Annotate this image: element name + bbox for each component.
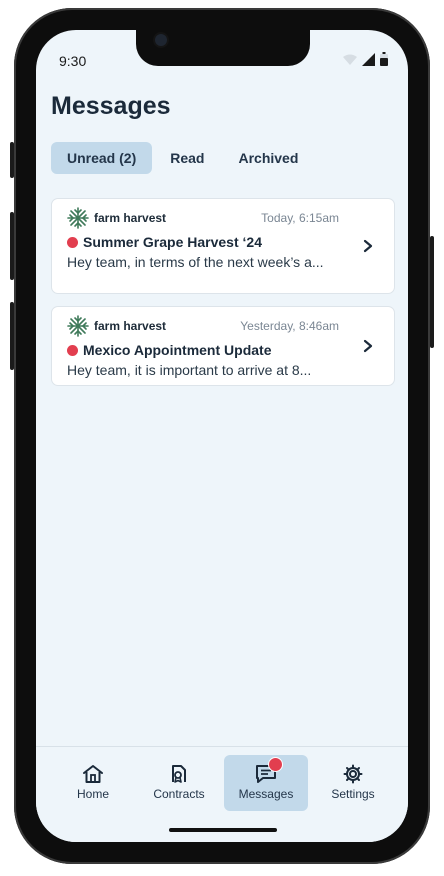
message-subject: Mexico Appointment Update xyxy=(67,342,272,358)
nav-messages[interactable]: Messages xyxy=(224,755,308,811)
tab-unread[interactable]: Unread (2) xyxy=(51,142,153,174)
side-button xyxy=(430,236,434,348)
home-icon xyxy=(83,765,103,783)
notification-badge-icon xyxy=(268,757,283,772)
farm-harvest-logo-icon xyxy=(67,315,89,337)
bottom-nav: Home Contracts Messages Settings xyxy=(36,746,408,842)
message-subject-text: Summer Grape Harvest ‘24 xyxy=(83,234,262,250)
message-time: Today, 6:15am xyxy=(261,211,339,225)
sender-name: farm harvest xyxy=(94,211,167,225)
nav-contracts[interactable]: Contracts xyxy=(144,755,214,811)
gear-icon xyxy=(343,764,363,784)
side-button xyxy=(10,302,14,370)
message-preview: Hey team, in terms of the next week’s a.… xyxy=(67,254,324,270)
farm-harvest-logo-icon xyxy=(67,207,89,229)
message-preview: Hey team, it is important to arrive at 8… xyxy=(67,362,312,378)
contract-icon xyxy=(172,765,186,783)
camera-icon xyxy=(155,34,167,46)
message-header: farm harvest Yesterday, 8:46am xyxy=(67,315,339,337)
app-screen: 9:30 Messages Unread (2) Read Archived f… xyxy=(36,30,408,842)
message-subject-text: Mexico Appointment Update xyxy=(83,342,272,358)
side-button xyxy=(10,212,14,280)
message-time: Yesterday, 8:46am xyxy=(240,319,339,333)
message-subject: Summer Grape Harvest ‘24 xyxy=(67,234,262,250)
nav-label: Contracts xyxy=(153,787,205,801)
battery-icon xyxy=(380,52,388,66)
status-icons xyxy=(342,52,388,66)
wifi-icon xyxy=(343,54,357,65)
notch xyxy=(136,30,310,66)
page-title: Messages xyxy=(51,92,171,120)
signal-icon xyxy=(362,53,375,66)
nav-label: Messages xyxy=(238,787,294,801)
status-time: 9:30 xyxy=(59,53,87,69)
unread-dot-icon xyxy=(67,344,78,356)
message-card[interactable]: farm harvest Today, 6:15am Summer Grape … xyxy=(51,198,395,294)
message-tabs: Unread (2) Read Archived xyxy=(51,142,314,174)
unread-dot-icon xyxy=(67,236,78,248)
chevron-right-icon[interactable] xyxy=(362,339,374,353)
message-header: farm harvest Today, 6:15am xyxy=(67,207,339,229)
message-card[interactable]: farm harvest Yesterday, 8:46am Mexico Ap… xyxy=(51,306,395,386)
tab-archived[interactable]: Archived xyxy=(222,142,314,174)
nav-label: Home xyxy=(76,787,109,801)
home-indicator[interactable] xyxy=(169,828,277,832)
nav-home[interactable]: Home xyxy=(58,755,128,811)
tab-read[interactable]: Read xyxy=(152,142,222,174)
sender-name: farm harvest xyxy=(94,319,167,333)
side-button xyxy=(10,142,14,178)
nav-settings[interactable]: Settings xyxy=(318,755,388,811)
chevron-right-icon[interactable] xyxy=(362,239,374,253)
nav-label: Settings xyxy=(331,787,375,801)
